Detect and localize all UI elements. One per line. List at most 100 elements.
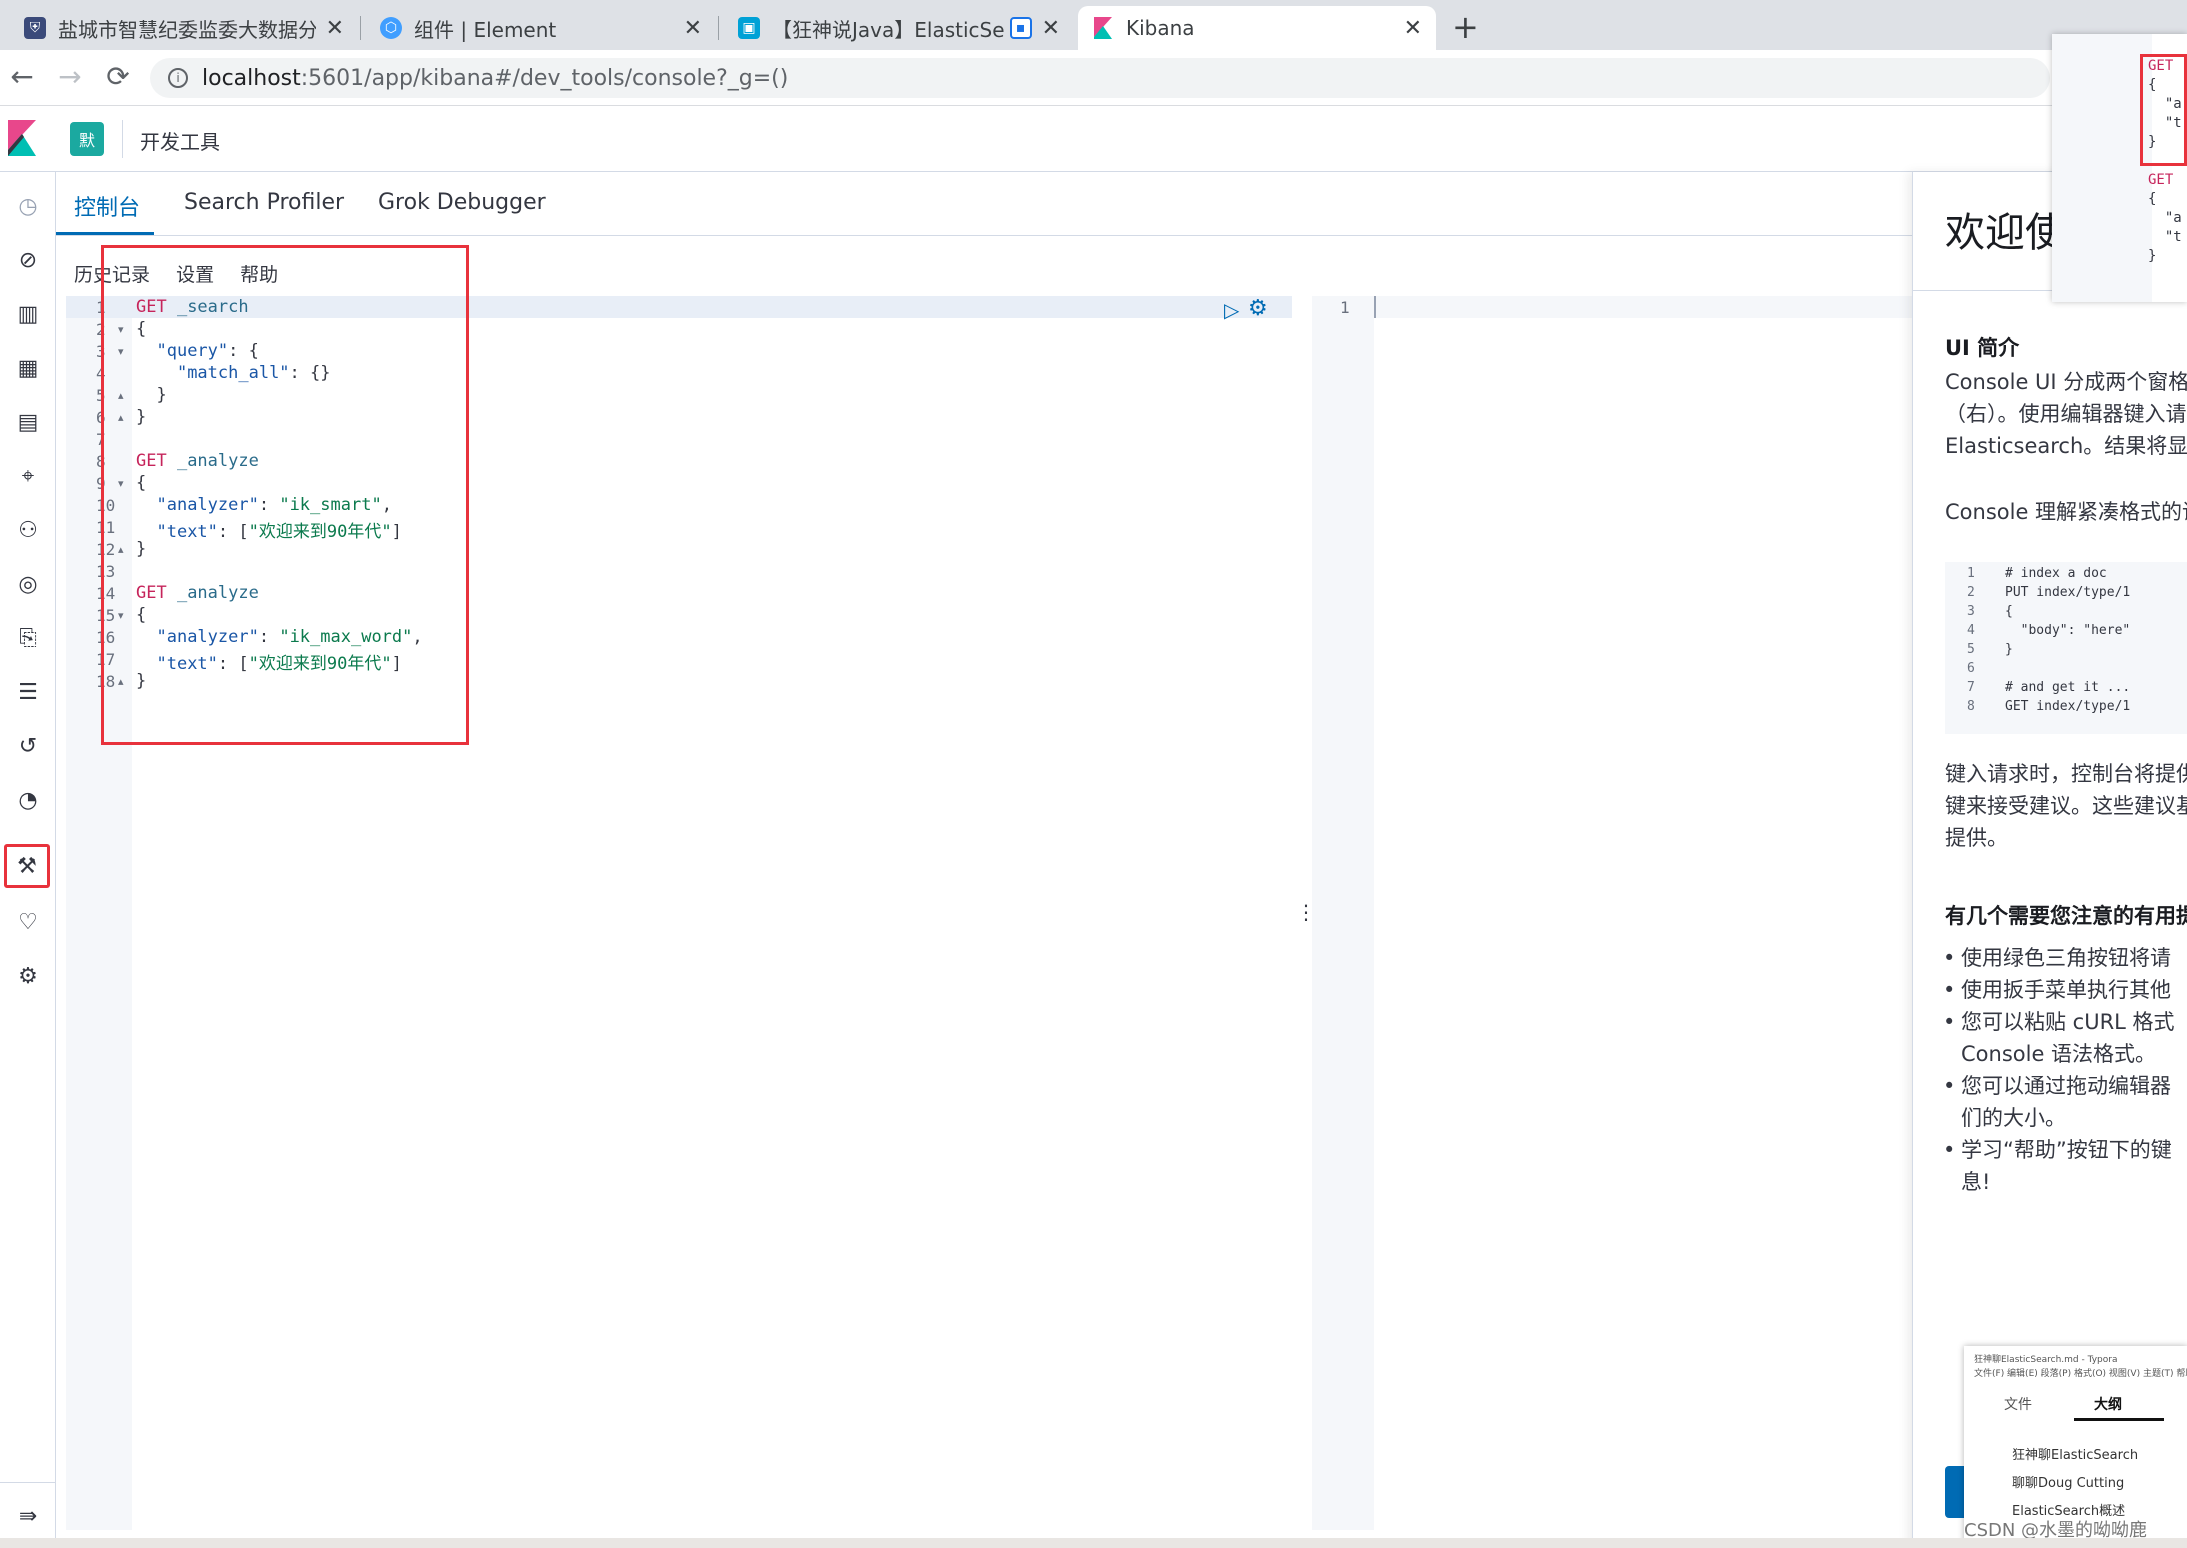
- settings-link[interactable]: 设置: [176, 264, 214, 286]
- devtools-icon[interactable]: ⚒: [4, 844, 50, 888]
- code-line: "analyzer": "ik_max_word",: [136, 627, 422, 647]
- floating-preview-top: GET { "a "t} GET { "a "t}: [2052, 34, 2187, 302]
- code-token: _search: [176, 297, 249, 317]
- tab-search-profiler[interactable]: Search Profiler: [184, 190, 344, 215]
- tab-grok-debugger[interactable]: Grok Debugger: [378, 190, 546, 215]
- visualize-icon[interactable]: ▥: [8, 294, 48, 334]
- url-path: :5601/app/kibana#/dev_tools/console?_g=(…: [300, 65, 789, 91]
- code-token: :: [258, 627, 280, 647]
- request-editor[interactable]: 1 GET _search 2 ▾{3 ▾ "query": {4 "match_all…: [66, 296, 1292, 1530]
- element-favicon-icon: ⬡: [380, 17, 402, 39]
- back-button[interactable]: ←: [4, 60, 40, 93]
- code-line: }: [136, 385, 166, 405]
- space-badge[interactable]: 默: [70, 122, 104, 156]
- uptime-icon[interactable]: ↺: [8, 726, 48, 766]
- console-menu: 历史记录 设置 帮助: [74, 260, 298, 287]
- maps-icon[interactable]: ⌖: [8, 456, 48, 496]
- fold-toggle-icon[interactable]: ▾: [118, 345, 124, 358]
- canvas-icon[interactable]: ▤: [8, 402, 48, 442]
- flyout-title: 欢迎使: [1945, 210, 2065, 256]
- code-token: "text": [156, 654, 218, 674]
- fold-toggle-icon[interactable]: ▾: [118, 477, 124, 490]
- nav-divider: [0, 1482, 56, 1483]
- reload-button[interactable]: ⟳: [100, 60, 136, 93]
- line-number: 10: [96, 496, 116, 515]
- browser-tab-1[interactable]: ⛨ 盐城市智慧纪委监委大数据分析平 ✕: [10, 6, 358, 50]
- discover-icon[interactable]: ⊘: [8, 240, 48, 280]
- forward-button[interactable]: →: [52, 60, 88, 93]
- site-info-icon[interactable]: i: [168, 68, 188, 88]
- preview-code-line: {: [2148, 191, 2157, 207]
- recent-icon[interactable]: ◷: [8, 186, 48, 226]
- code-token: : [: [217, 522, 249, 542]
- kibana-logo-icon[interactable]: [8, 120, 36, 156]
- ml-icon[interactable]: ⚇: [8, 510, 48, 550]
- code-token: "query": [156, 341, 229, 361]
- fold-toggle-icon[interactable]: ▴: [118, 675, 124, 688]
- preview-window-title: 狂神聊ElasticSearch.md - Typora: [1974, 1355, 2118, 1365]
- hint-text: 键入请求时，控制台将提供: [1945, 762, 2187, 786]
- preview-tab-indicator: [2074, 1418, 2164, 1421]
- response-active-line: [1312, 296, 1912, 318]
- wrench-icon[interactable]: ⚙: [1248, 296, 1268, 321]
- tip-item: 使用扳手菜单执行其他: [1943, 974, 2171, 1006]
- preview-gutter: [2052, 34, 2152, 302]
- preview-outline-item: 聊聊Doug Cutting: [2012, 1476, 2125, 1491]
- browser-tab-2[interactable]: ⬡ 组件 | Element ✕: [366, 6, 716, 50]
- collapse-nav-icon[interactable]: ⇛: [8, 1496, 48, 1536]
- code-token: GET: [136, 583, 177, 603]
- intro-text: （右）。使用编辑器键入请: [1945, 402, 2187, 426]
- fold-toggle-icon[interactable]: ▴: [118, 543, 124, 556]
- code-line: GET _analyze: [136, 451, 259, 471]
- fold-toggle-icon[interactable]: ▴: [118, 411, 124, 424]
- management-icon[interactable]: ⚙: [8, 956, 48, 996]
- code-line-number: 7: [1967, 680, 1975, 695]
- tab-console[interactable]: 控制台: [74, 190, 140, 222]
- code-token: :: [258, 495, 280, 515]
- close-tab-icon[interactable]: ✕: [1404, 16, 1422, 41]
- close-tab-icon[interactable]: ✕: [326, 16, 344, 41]
- preview-code-line: "a: [2148, 96, 2182, 112]
- browser-tab-3[interactable]: ▣ 【狂神说Java】ElasticSearc ▪ ✕: [724, 6, 1074, 50]
- side-nav: ◷ ⊘ ▥ ▦ ▤ ⌖ ⚇ ◎ ⎘ ☰ ↺ ◔ ⚒ ♡ ⚙ ⇛: [0, 172, 56, 1548]
- code-line: # and get it ...: [2005, 680, 2131, 695]
- picture-in-picture-icon[interactable]: ▪: [1009, 17, 1032, 39]
- browser-tab-kibana[interactable]: Kibana ✕: [1078, 6, 1436, 50]
- infra-icon[interactable]: ◎: [8, 564, 48, 604]
- active-tab-indicator: [56, 232, 154, 235]
- close-tab-icon[interactable]: ✕: [684, 16, 702, 41]
- tip-item: 学习“帮助”按钮下的键: [1943, 1134, 2172, 1166]
- code-line: }: [136, 407, 146, 427]
- code-line: GET _search: [136, 297, 249, 317]
- help-link[interactable]: 帮助: [240, 264, 278, 286]
- response-pane[interactable]: 1: [1312, 296, 1912, 1530]
- dashboard-icon[interactable]: ▦: [8, 348, 48, 388]
- code-token: "欢迎来到90年代": [248, 654, 392, 674]
- taskbar-strip: [0, 1538, 2187, 1548]
- url-field[interactable]: i localhost:5601/app/kibana#/dev_tools/c…: [150, 58, 2050, 98]
- new-tab-button[interactable]: +: [1452, 8, 1479, 46]
- run-request-icon[interactable]: ▷: [1224, 298, 1239, 322]
- code-token: }: [136, 407, 147, 427]
- code-token: "ik_smart": [279, 495, 382, 515]
- close-tab-icon[interactable]: ✕: [1042, 16, 1060, 41]
- fold-toggle-icon[interactable]: ▾: [118, 609, 124, 622]
- active-line-highlight: [66, 296, 1292, 318]
- preview-code-line: "a: [2148, 210, 2182, 226]
- pane-resizer[interactable]: ⋮: [1292, 296, 1316, 1530]
- code-line: "text": ["欢迎来到90年代"]: [136, 649, 401, 674]
- apm-icon[interactable]: ☰: [8, 672, 48, 712]
- code-line-number: 2: [1967, 585, 1975, 600]
- code-line: # index a doc: [2005, 566, 2107, 581]
- code-line: {: [136, 605, 146, 625]
- fold-toggle-icon[interactable]: ▾: [118, 323, 124, 336]
- kibana-header: 默 开发工具: [0, 106, 2187, 172]
- logs-icon[interactable]: ⎘: [8, 618, 48, 658]
- bilibili-favicon-icon: ▣: [738, 17, 760, 39]
- history-link[interactable]: 历史记录: [74, 264, 150, 286]
- monitoring-icon[interactable]: ♡: [8, 902, 48, 942]
- code-token: : {}: [289, 363, 331, 383]
- fold-toggle-icon[interactable]: ▴: [118, 389, 124, 402]
- siem-icon[interactable]: ◔: [8, 780, 48, 820]
- code-line-number: 8: [1967, 699, 1975, 714]
